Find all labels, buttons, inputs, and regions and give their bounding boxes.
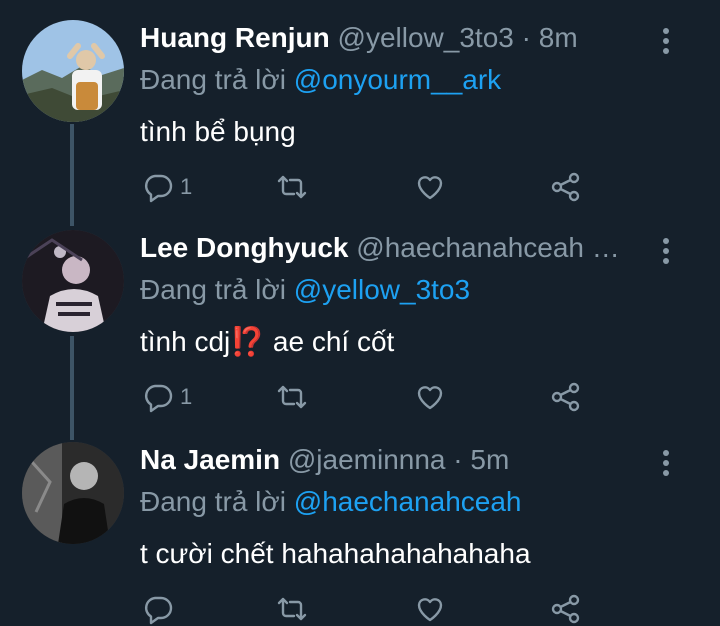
tweet[interactable]: Lee Donghyuck @haechanahceah … Đang trả … [0, 222, 720, 432]
retweet-icon [277, 597, 307, 621]
reply-icon [144, 174, 173, 203]
share-icon [551, 172, 580, 202]
replying-prefix: Đang trả lời [140, 274, 286, 305]
avatar[interactable] [22, 20, 124, 122]
tweet[interactable]: Na Jaemin @jaeminnna · 5m Đang trả lời @… [0, 434, 720, 625]
reply-mention-link[interactable]: @haechanahceah [294, 486, 522, 517]
like-button[interactable] [414, 592, 446, 626]
more-options-icon[interactable] [658, 238, 674, 268]
reply-mention-link[interactable]: @yellow_3to3 [294, 274, 470, 305]
avatar[interactable] [22, 442, 124, 544]
timestamp[interactable]: 5m [470, 444, 509, 475]
reply-mention-link[interactable]: @onyourm__ark [294, 64, 501, 95]
display-name[interactable]: Huang Renjun [140, 22, 330, 53]
reply-button[interactable]: 1 [142, 170, 192, 204]
action-bar: 1 [140, 380, 600, 414]
reply-button[interactable]: 1 [142, 380, 192, 414]
tweet-text: t cười chết hahahahahahahaha [140, 538, 531, 569]
reply-icon [144, 596, 173, 625]
tweet-text: tình cdj⁉️ ae chí cốt [140, 326, 395, 357]
like-button[interactable] [414, 170, 446, 204]
retweet-button[interactable] [276, 170, 308, 204]
retweet-icon [277, 175, 307, 199]
separator-dot: · [453, 444, 463, 475]
tweet-header: Na Jaemin @jaeminnna · 5m [140, 442, 509, 478]
replying-to: Đang trả lời @onyourm__ark [140, 62, 501, 98]
replying-to: Đang trả lời @yellow_3to3 [140, 272, 470, 308]
share-icon [551, 382, 580, 412]
user-handle[interactable]: @haechanahceah … [356, 232, 620, 263]
share-button[interactable] [550, 592, 582, 626]
heart-icon [417, 386, 443, 410]
reply-button[interactable] [142, 592, 174, 626]
tweet-text: tình bể bụng [140, 116, 296, 147]
heart-icon [417, 598, 443, 622]
avatar-bw-photo [22, 442, 124, 544]
retweet-button[interactable] [276, 380, 308, 414]
heart-icon [417, 176, 443, 200]
tweet[interactable]: Huang Renjun @yellow_3to3 · 8m Đang trả … [0, 12, 720, 222]
share-button[interactable] [550, 380, 582, 414]
replying-prefix: Đang trả lời [140, 64, 286, 95]
replying-prefix: Đang trả lời [140, 486, 286, 517]
action-bar [140, 592, 600, 626]
retweet-icon [277, 385, 307, 409]
more-options-icon[interactable] [658, 28, 674, 58]
action-bar: 1 [140, 170, 600, 204]
separator-dot: · [521, 22, 531, 53]
tweet-header: Huang Renjun @yellow_3to3 · 8m [140, 20, 578, 56]
reply-icon [144, 384, 173, 413]
avatar[interactable] [22, 230, 124, 332]
display-name[interactable]: Na Jaemin [140, 444, 280, 475]
reply-count: 1 [180, 384, 193, 409]
retweet-button[interactable] [276, 592, 308, 626]
avatar-night-photo [22, 230, 124, 332]
user-handle[interactable]: @jaeminnna [288, 444, 446, 475]
avatar-mountain-photo [22, 20, 124, 122]
share-icon [551, 594, 580, 624]
replying-to: Đang trả lời @haechanahceah [140, 484, 521, 520]
tweet-header: Lee Donghyuck @haechanahceah … [140, 230, 620, 266]
like-button[interactable] [414, 380, 446, 414]
reply-count: 1 [180, 174, 193, 199]
more-options-icon[interactable] [658, 450, 674, 480]
share-button[interactable] [550, 170, 582, 204]
user-handle[interactable]: @yellow_3to3 [338, 22, 514, 53]
display-name[interactable]: Lee Donghyuck [140, 232, 348, 263]
timestamp[interactable]: 8m [539, 22, 578, 53]
